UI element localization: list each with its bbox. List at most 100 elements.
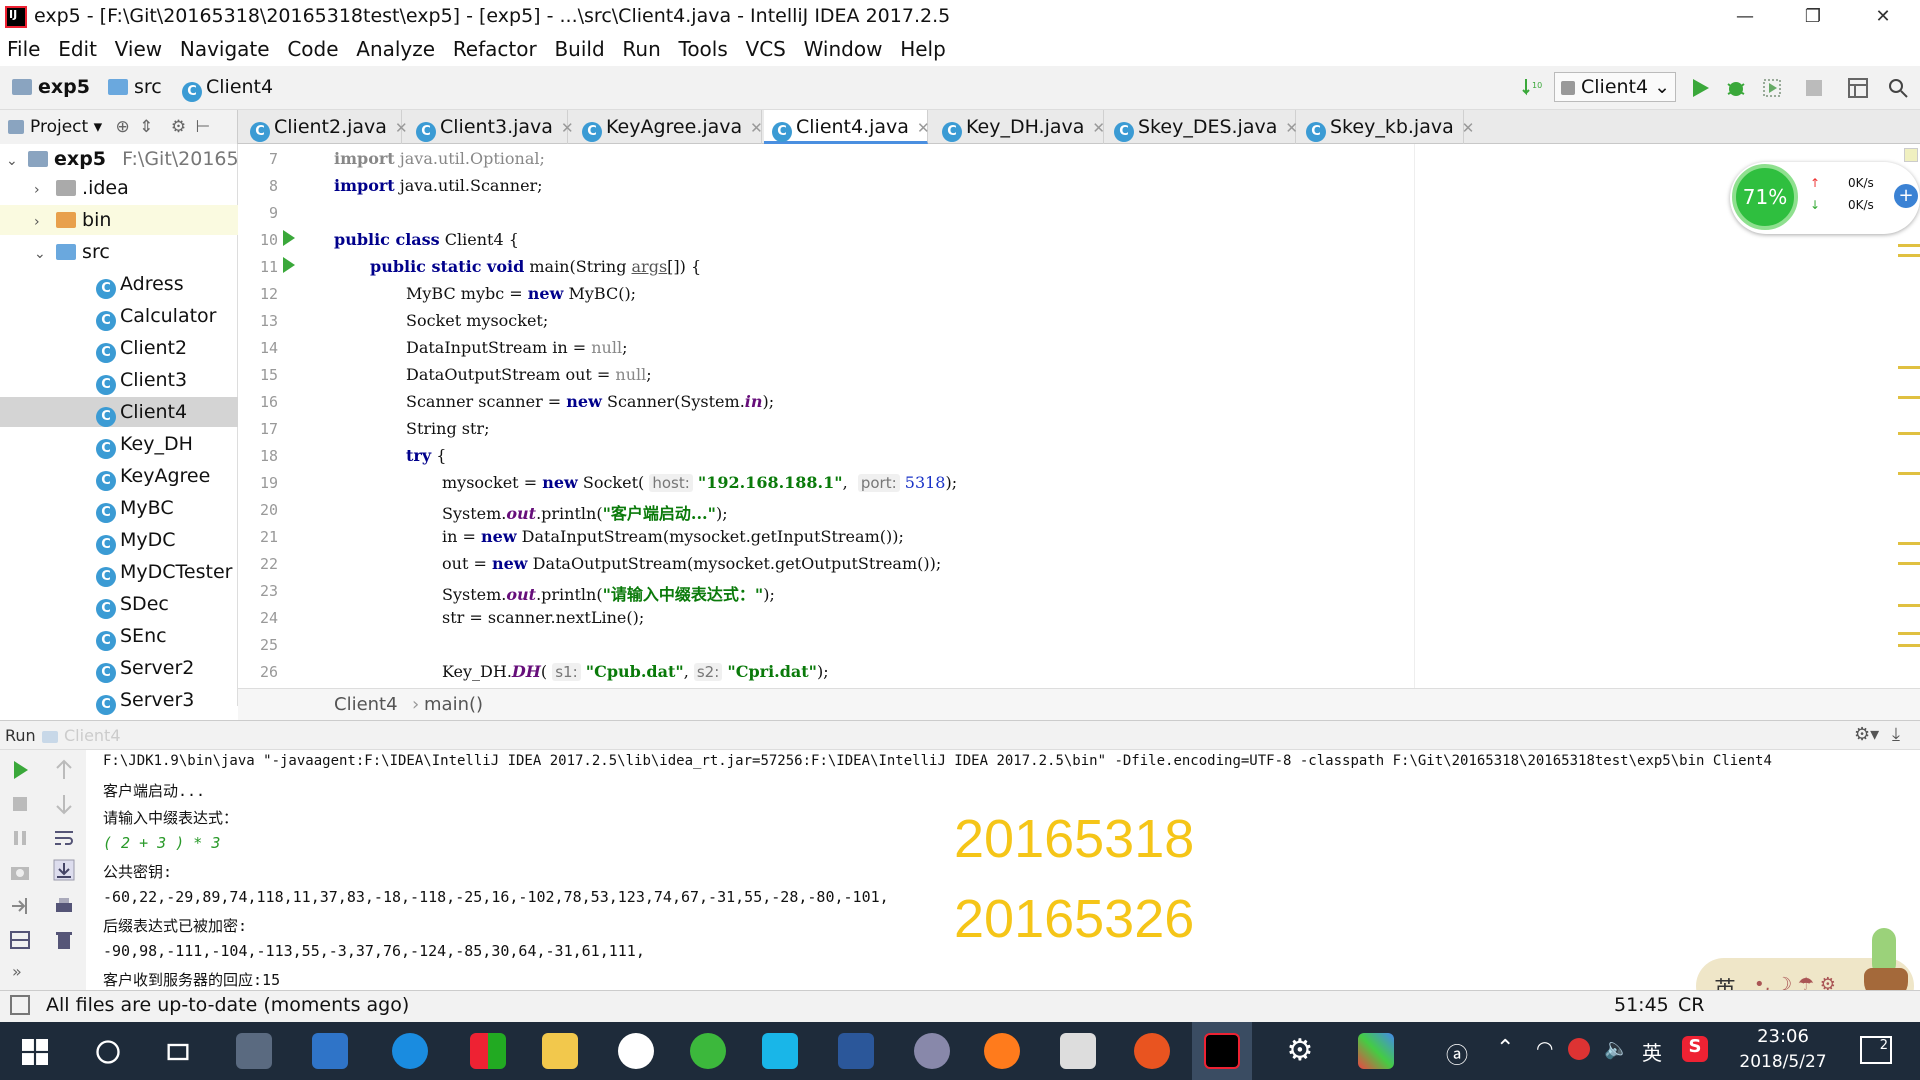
app-explorer-icon[interactable] xyxy=(312,1033,348,1069)
close-icon[interactable]: ✕ xyxy=(561,119,574,137)
plus-icon[interactable]: + xyxy=(1894,184,1918,208)
scroll-marker[interactable] xyxy=(1898,396,1920,399)
menu-run[interactable]: Run xyxy=(622,34,660,61)
close-button[interactable]: ✕ xyxy=(1854,0,1912,34)
close-icon[interactable]: ✕ xyxy=(1092,119,1105,137)
cursor-position[interactable]: 51:45 xyxy=(1614,994,1669,1016)
tree-class-item[interactable]: C MyDCTester xyxy=(0,557,238,587)
tab-skey-des[interactable]: C Skey_DES.java ✕ xyxy=(1106,110,1298,144)
wifi-icon[interactable]: ◠ xyxy=(1536,1036,1553,1060)
app-network-icon[interactable] xyxy=(618,1033,654,1069)
scroll-marker[interactable] xyxy=(1898,604,1920,607)
app-pinwheel-icon[interactable] xyxy=(236,1033,272,1069)
volume-icon[interactable]: 🔈 xyxy=(1604,1036,1629,1060)
locate-icon[interactable]: ⊕ xyxy=(116,117,130,137)
coverage-icon[interactable] xyxy=(1760,76,1784,100)
scroll-to-end-icon[interactable] xyxy=(52,858,76,882)
trash-icon[interactable] xyxy=(52,928,76,952)
people-icon[interactable]: ⓐ xyxy=(1446,1038,1468,1070)
clock-date[interactable]: 2018/5/27 xyxy=(1730,1052,1836,1072)
tree-class-item[interactable]: C Server3 xyxy=(0,685,238,715)
clock-time[interactable]: 23:06 xyxy=(1738,1026,1828,1047)
menu-window[interactable]: Window xyxy=(804,34,883,61)
menu-edit[interactable]: Edit xyxy=(58,34,97,61)
stop-icon[interactable] xyxy=(8,792,32,816)
tab-key-dh[interactable]: C Key_DH.java ✕ xyxy=(934,110,1105,144)
notifications-icon[interactable]: 2 xyxy=(1860,1036,1892,1064)
breadcrumb-file[interactable]: C Client4 xyxy=(182,76,273,102)
console-output[interactable]: F:\JDK1.9\bin\java "-javaagent:F:\IDEA\I… xyxy=(86,750,1920,990)
input-language[interactable]: 英 xyxy=(1642,1037,1662,1066)
gear-icon[interactable]: ⚙ xyxy=(1282,1033,1318,1069)
run-gutter-icon[interactable] xyxy=(283,230,295,246)
panel-toggle-icon[interactable] xyxy=(10,995,30,1015)
run-gutter-icon[interactable] xyxy=(283,257,295,273)
tree-class-item[interactable]: C Client2 xyxy=(0,333,238,363)
project-panel-header[interactable]: Project ▾ ⊕ ⇕ ⚙ ⊢ xyxy=(0,110,238,144)
security-icon[interactable] xyxy=(1568,1038,1590,1060)
menu-code[interactable]: Code xyxy=(287,34,338,61)
run-config-select[interactable]: Client4 ⌄ xyxy=(1554,72,1676,102)
tree-class-item[interactable]: C MyDC xyxy=(0,525,238,555)
tab-keyagree[interactable]: C KeyAgree.java ✕ xyxy=(574,110,763,144)
maximize-button[interactable]: ❐ xyxy=(1784,0,1842,34)
breadcrumb-folder[interactable]: src xyxy=(108,76,162,98)
tree-class-item[interactable]: C Client3 xyxy=(0,365,238,395)
minimize-button[interactable]: — xyxy=(1716,0,1774,34)
wechat-icon[interactable] xyxy=(690,1033,726,1069)
edge-icon[interactable] xyxy=(392,1033,428,1069)
tab-client4[interactable]: C Client4.java ✕ xyxy=(764,110,930,144)
chevron-up-icon[interactable]: ⌃ xyxy=(1496,1036,1514,1061)
intellij-icon[interactable] xyxy=(1204,1033,1240,1069)
tab-client2[interactable]: C Client2.java ✕ xyxy=(242,110,408,144)
sogou-icon[interactable]: S xyxy=(1682,1036,1708,1062)
gear-icon[interactable]: ⚙▾ xyxy=(1854,724,1879,745)
word-icon[interactable] xyxy=(838,1033,874,1069)
menu-navigate[interactable]: Navigate xyxy=(180,34,270,61)
scroll-marker[interactable] xyxy=(1898,562,1920,565)
tree-class-item[interactable]: C Server2 xyxy=(0,653,238,683)
ubuntu-icon[interactable] xyxy=(1134,1033,1170,1069)
tree-class-item-selected[interactable]: C Client4 xyxy=(0,397,238,427)
git-icon[interactable] xyxy=(1358,1033,1394,1069)
close-icon[interactable]: ✕ xyxy=(917,119,930,137)
file-explorer-icon[interactable] xyxy=(542,1033,578,1069)
collapse-icon[interactable]: ⇕ xyxy=(139,117,153,137)
line-separator[interactable]: CR xyxy=(1678,994,1704,1016)
layout-icon[interactable] xyxy=(8,928,32,952)
tree-class-item[interactable]: C Adress xyxy=(0,269,238,299)
hide-panel-icon[interactable]: ⤓ xyxy=(1892,724,1900,745)
close-icon[interactable]: ✕ xyxy=(395,119,408,137)
scroll-marker[interactable] xyxy=(1898,644,1920,647)
menu-view[interactable]: View xyxy=(115,34,162,61)
menu-vcs[interactable]: VCS xyxy=(746,34,786,61)
camera-icon[interactable] xyxy=(8,860,32,884)
tree-class-item[interactable]: C SEnc xyxy=(0,621,238,651)
menu-build[interactable]: Build xyxy=(554,34,604,61)
debug-icon[interactable] xyxy=(1724,76,1748,100)
menu-file[interactable]: File xyxy=(7,34,40,61)
app-paint-icon[interactable] xyxy=(914,1033,950,1069)
run-tab-client4[interactable]: Client4 xyxy=(42,726,121,745)
scroll-marker[interactable] xyxy=(1898,542,1920,545)
tree-item-src[interactable]: ⌄ src xyxy=(0,237,238,267)
breadcrumb-project[interactable]: exp5 xyxy=(12,76,90,98)
scroll-marker[interactable] xyxy=(1898,432,1920,435)
scroll-marker[interactable] xyxy=(1898,366,1920,369)
arrow-up-icon[interactable] xyxy=(52,758,76,782)
app-office-icon[interactable] xyxy=(470,1033,506,1069)
tab-skey-kb[interactable]: C Skey_kb.java ✕ xyxy=(1298,110,1474,144)
scroll-marker[interactable] xyxy=(1898,632,1920,635)
breadcrumb-class[interactable]: Client4 xyxy=(334,694,398,715)
arrow-down-icon[interactable] xyxy=(52,792,76,816)
tree-root[interactable]: ⌄ exp5 F:\Git\201653 xyxy=(0,144,251,174)
firefox-icon[interactable] xyxy=(984,1033,1020,1069)
tree-class-item[interactable]: C Calculator xyxy=(0,301,238,331)
tree-class-item[interactable]: C Key_DH xyxy=(0,429,238,459)
code-editor[interactable]: import java.util.Optional; import java.u… xyxy=(324,144,1414,688)
tree-item-idea[interactable]: › .idea xyxy=(0,173,238,203)
menu-refactor[interactable]: Refactor xyxy=(453,34,537,61)
tree-class-item[interactable]: C SDec xyxy=(0,589,238,619)
tab-client3[interactable]: C Client3.java ✕ xyxy=(408,110,574,144)
windows-start-icon[interactable] xyxy=(22,1039,48,1065)
